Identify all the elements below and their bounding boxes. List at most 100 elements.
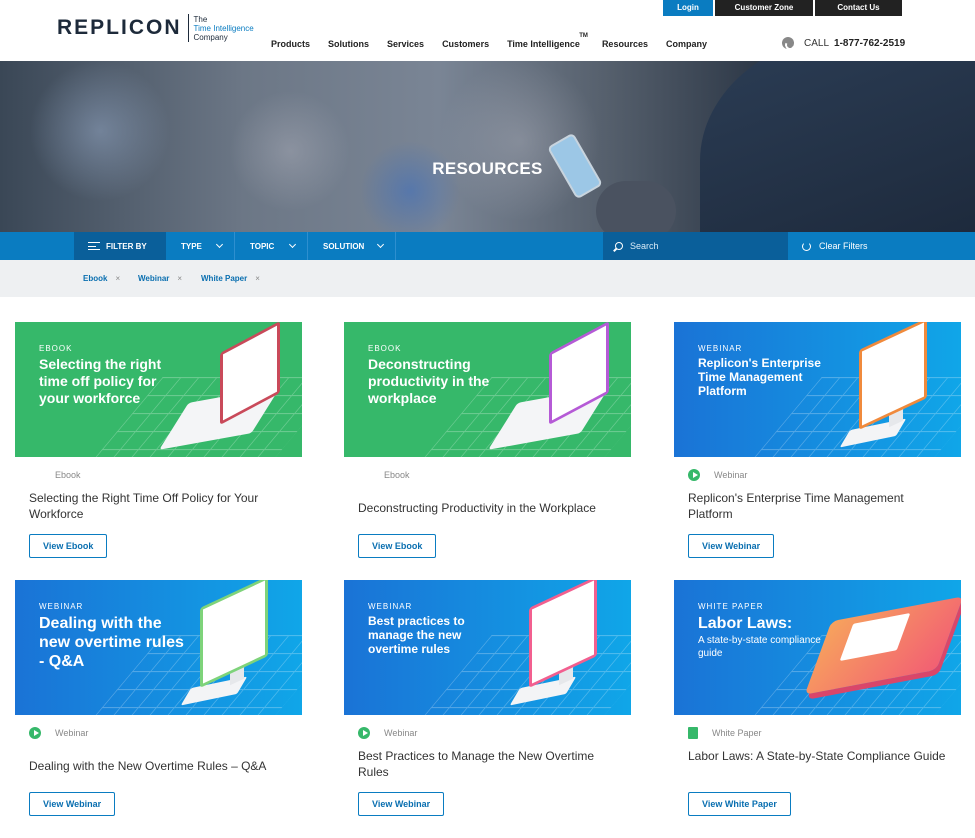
nav-company[interactable]: Company [666, 39, 707, 49]
logo-wordmark: REPLICON [57, 16, 182, 39]
filter-chip-label: Webinar [138, 274, 170, 283]
chevron-down-icon [215, 240, 224, 249]
resource-card: WEBINAR Best practices to manage the new… [344, 580, 631, 816]
logo-tagline-line-3: Company [193, 32, 228, 42]
page-title: RESOURCES [432, 159, 543, 178]
thumbnail-kicker: EBOOK [368, 344, 402, 353]
resource-card: WEBINAR Replicon's Enterprise Time Manag… [674, 322, 961, 558]
resource-card: WEBINAR Dealing with the new overtime ru… [15, 580, 302, 816]
thumbnail-title: Best practices to manage the new overtim… [368, 614, 465, 656]
nav-customers[interactable]: Customers [442, 39, 489, 49]
phone-number[interactable]: 1-877-762-2519 [834, 38, 905, 49]
login-link[interactable]: Login [663, 0, 713, 16]
active-filters-bar: Ebook × Webinar × White Paper × [0, 260, 975, 297]
clear-filters-label: Clear Filters [819, 241, 868, 251]
thumbnail-title: Deconstructing productivity in the workp… [368, 356, 490, 406]
resource-type: Webinar [358, 727, 417, 739]
card-thumbnail[interactable]: WHITE PAPER Labor Laws: A state-by-state… [674, 580, 961, 715]
thumbnail-kicker: WEBINAR [39, 602, 84, 611]
resource-type-label: Ebook [55, 470, 81, 480]
solution-dropdown[interactable]: SOLUTION [308, 232, 396, 260]
resource-type: White Paper [688, 727, 762, 739]
replicon-logo[interactable]: REPLICON The Time Intelligence Company [57, 14, 254, 42]
filter-chip-ebook[interactable]: Ebook × [83, 274, 120, 283]
play-icon [688, 469, 700, 481]
main-nav: Products Solutions Services Customers Ti… [271, 33, 725, 49]
utility-bar: Login Customer Zone Contact Us [663, 0, 902, 16]
remove-filter-icon[interactable]: × [255, 274, 260, 283]
resource-type-label: Webinar [55, 728, 89, 738]
resource-type: Webinar [688, 469, 747, 481]
filter-bar: FILTER BY TYPE TOPIC SOLUTION Search Cle… [0, 232, 975, 260]
search-icon [615, 242, 623, 250]
topic-dropdown[interactable]: TOPIC [235, 232, 308, 260]
thumbnail-title: Selecting the right time off policy for … [39, 356, 162, 406]
resource-type-label: Webinar [384, 728, 418, 738]
card-title[interactable]: Labor Laws: A State-by-State Compliance … [688, 748, 948, 764]
nav-services[interactable]: Services [387, 39, 424, 49]
resource-type: Ebook [29, 469, 81, 481]
remove-filter-icon[interactable]: × [115, 274, 120, 283]
search-placeholder: Search [630, 241, 659, 251]
card-title[interactable]: Best Practices to Manage the New Overtim… [358, 748, 618, 780]
view-webinar-button[interactable]: View Webinar [29, 792, 116, 816]
view-ebook-button[interactable]: View Ebook [358, 534, 437, 558]
thumbnail-title: Labor Laws: [698, 615, 793, 632]
ebook-icon [358, 469, 370, 481]
thumbnail-kicker: EBOOK [39, 344, 73, 353]
chevron-down-icon [288, 240, 297, 249]
nav-solutions[interactable]: Solutions [328, 39, 369, 49]
nav-time-intelligence[interactable]: Time Intelligence TM [507, 33, 588, 49]
thumbnail-kicker: WHITE PAPER [698, 602, 764, 611]
card-thumbnail[interactable]: WEBINAR Best practices to manage the new… [344, 580, 631, 715]
call-block[interactable]: CALL 1-877-762-2519 [782, 37, 905, 49]
play-icon [358, 727, 370, 739]
hero-person-silhouette [700, 61, 975, 232]
card-title[interactable]: Dealing with the New Overtime Rules – Q&… [29, 758, 289, 774]
thumbnail-subtitle: A state-by-state compliance guide [698, 635, 821, 659]
customer-zone-link[interactable]: Customer Zone [715, 0, 813, 16]
card-title[interactable]: Deconstructing Productivity in the Workp… [358, 500, 618, 516]
type-dropdown[interactable]: TYPE [166, 232, 235, 260]
card-thumbnail[interactable]: EBOOK Deconstructing productivity in the… [344, 322, 631, 457]
phone-icon [782, 37, 794, 49]
document-icon [688, 727, 698, 739]
topic-dropdown-label: TOPIC [250, 241, 275, 251]
card-thumbnail[interactable]: EBOOK Selecting the right time off polic… [15, 322, 302, 457]
view-webinar-button[interactable]: View Webinar [688, 534, 775, 558]
search-input[interactable]: Search [603, 232, 788, 260]
thumbnail-kicker: WEBINAR [698, 344, 743, 353]
view-ebook-button[interactable]: View Ebook [29, 534, 108, 558]
resource-card: WHITE PAPER Labor Laws: A state-by-state… [674, 580, 961, 816]
card-thumbnail[interactable]: WEBINAR Replicon's Enterprise Time Manag… [674, 322, 961, 457]
resource-type: Ebook [358, 469, 410, 481]
resource-type: Webinar [29, 727, 88, 739]
view-white-paper-button[interactable]: View White Paper [688, 792, 791, 816]
remove-filter-icon[interactable]: × [177, 274, 182, 283]
clear-filters-button[interactable]: Clear Filters [802, 232, 868, 260]
resource-type-label: Ebook [384, 470, 410, 480]
nav-resources[interactable]: Resources [602, 39, 648, 49]
card-title[interactable]: Selecting the Right Time Off Policy for … [29, 490, 289, 522]
thumbnail-kicker: WEBINAR [368, 602, 413, 611]
nav-products[interactable]: Products [271, 39, 310, 49]
thumbnail-title: Replicon's Enterprise Time Management Pl… [698, 356, 821, 398]
hero-banner: RESOURCES [0, 61, 975, 232]
filter-by-toggle[interactable]: FILTER BY [74, 232, 166, 260]
hero-hand [596, 181, 676, 232]
card-thumbnail[interactable]: WEBINAR Dealing with the new overtime ru… [15, 580, 302, 715]
filter-chip-webinar[interactable]: Webinar × [138, 274, 182, 283]
filter-chip-label: White Paper [201, 274, 248, 283]
site-header: REPLICON The Time Intelligence Company L… [0, 0, 975, 61]
chevron-down-icon [376, 240, 385, 249]
filter-by-label: FILTER BY [106, 241, 147, 251]
resource-type-label: Webinar [714, 470, 748, 480]
type-dropdown-label: TYPE [181, 241, 202, 251]
contact-us-link[interactable]: Contact Us [815, 0, 902, 16]
resource-type-label: White Paper [712, 728, 762, 738]
call-label: CALL [804, 37, 830, 49]
view-webinar-button[interactable]: View Webinar [358, 792, 445, 816]
filter-chip-white-paper[interactable]: White Paper × [201, 274, 260, 283]
card-title[interactable]: Replicon's Enterprise Time Management Pl… [688, 490, 948, 522]
nav-time-intelligence-label: Time Intelligence [507, 39, 580, 49]
